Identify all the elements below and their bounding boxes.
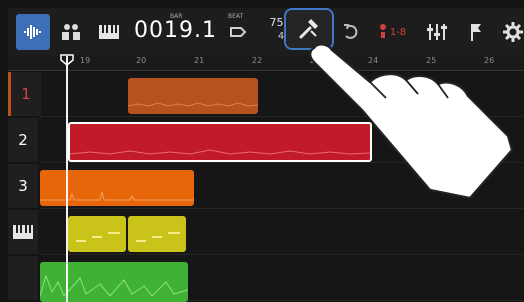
flag-icon xyxy=(471,24,481,41)
audio-region[interactable] xyxy=(40,262,188,302)
marker-icon xyxy=(230,27,247,37)
ruler-bar-number: 22 xyxy=(252,56,263,65)
track-lane[interactable] xyxy=(40,256,524,302)
keyboard-icon xyxy=(13,225,33,239)
audio-region[interactable] xyxy=(40,170,194,206)
track-row[interactable] xyxy=(8,256,524,302)
ruler-bar-number: 20 xyxy=(136,56,147,65)
playhead-marker-icon[interactable] xyxy=(60,54,74,66)
daw-screen: BAR BEAT 0019.1 75.0 4/4 xyxy=(0,0,524,302)
track-number: 1 xyxy=(21,85,31,103)
playhead-line[interactable] xyxy=(66,56,68,302)
track-assign-label: 1-8 xyxy=(389,26,407,38)
audio-region[interactable] xyxy=(128,78,258,114)
ruler-bar-number: 19 xyxy=(80,56,91,65)
midi-region[interactable] xyxy=(68,216,126,252)
midi-notes xyxy=(136,232,180,242)
waveform xyxy=(40,191,194,201)
pads-button[interactable] xyxy=(54,14,88,50)
pointing-hand-illustration xyxy=(309,43,514,200)
track-view-button[interactable] xyxy=(16,14,50,50)
counter-value: 0019.1 xyxy=(134,18,217,43)
track-header[interactable] xyxy=(8,256,38,300)
keyboard-button[interactable] xyxy=(92,14,126,50)
waveform xyxy=(40,274,188,297)
track-number: 2 xyxy=(18,131,28,149)
marker-button[interactable] xyxy=(224,14,252,50)
ruler-bar-number: 21 xyxy=(194,56,205,65)
midi-notes xyxy=(76,232,120,242)
track-header[interactable]: 3 xyxy=(8,164,38,208)
track-lane[interactable] xyxy=(40,210,524,255)
fader-icon xyxy=(427,24,447,40)
keyboard-icon xyxy=(99,25,119,39)
track-assign-icon xyxy=(379,24,386,38)
track-header[interactable]: 1 xyxy=(8,72,41,116)
tool-icon xyxy=(299,19,318,39)
midi-region[interactable] xyxy=(128,216,186,252)
track-header[interactable] xyxy=(8,210,38,254)
track-view-icon xyxy=(24,25,41,39)
undo-icon xyxy=(344,24,358,39)
track-row[interactable] xyxy=(8,210,524,255)
track-number: 3 xyxy=(18,177,28,195)
waveform xyxy=(128,102,258,107)
track-header[interactable]: 2 xyxy=(8,118,38,162)
pads-icon xyxy=(62,24,80,40)
